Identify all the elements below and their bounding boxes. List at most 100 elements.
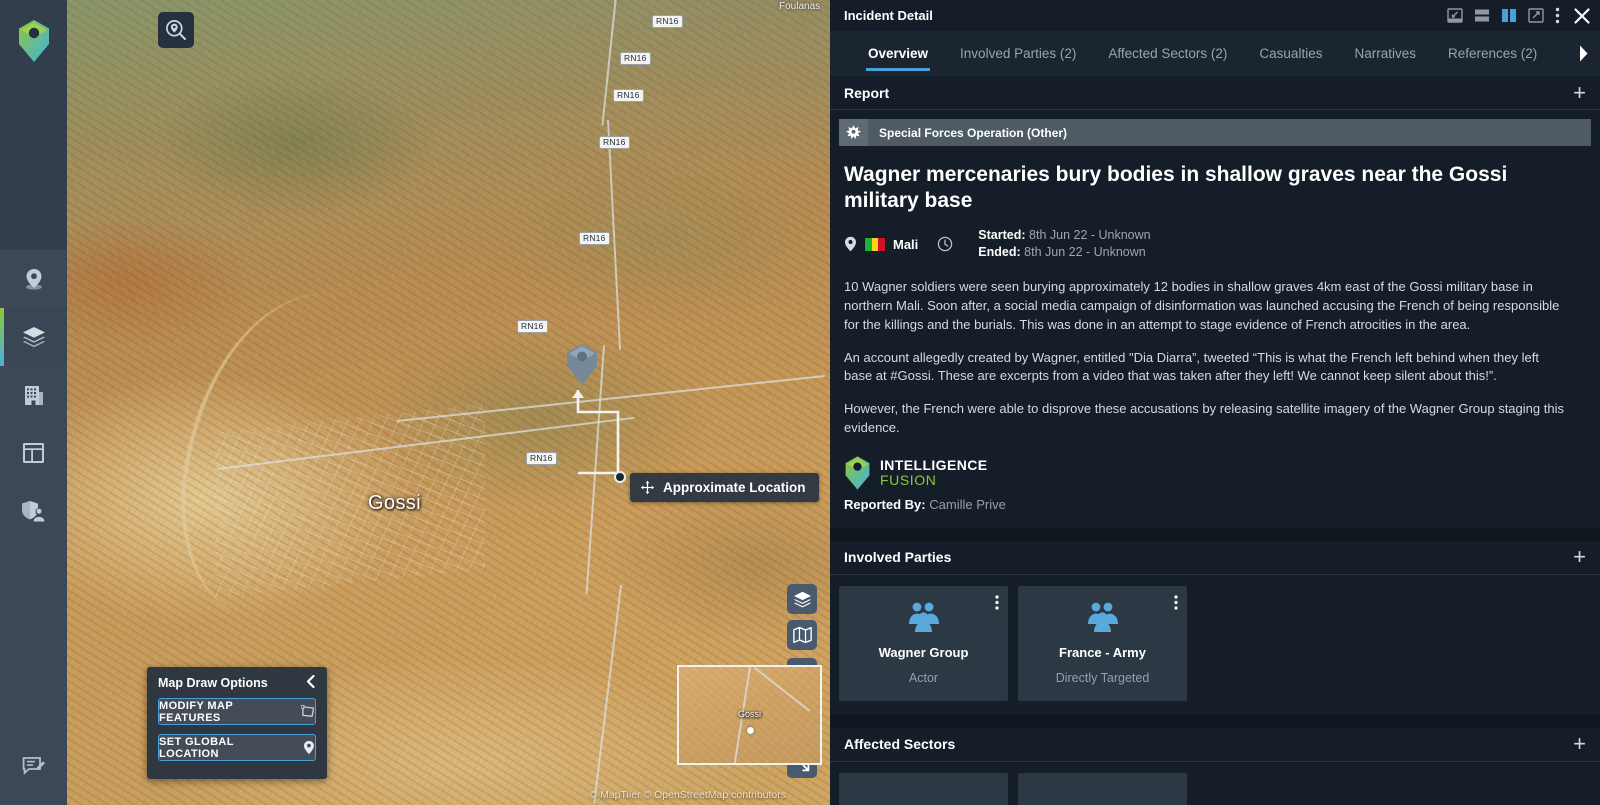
sidebar-item-layers[interactable] <box>0 308 67 366</box>
add-affected-sector-button[interactable]: + <box>1573 733 1586 755</box>
involved-parties-section: Involved Parties + Wagner Group Actor Fr… <box>830 540 1600 715</box>
callout-connector <box>572 390 620 475</box>
sidebar-item-dashboard[interactable] <box>0 424 67 482</box>
affected-sector-card[interactable] <box>839 772 1008 805</box>
panel-header: Incident Detail <box>830 0 1600 31</box>
detail-tabs: Overview Involved Parties (2) Affected S… <box>830 31 1600 76</box>
modify-map-features-label: MODIFY MAP FEATURES <box>159 699 233 724</box>
move-crosshair-icon <box>640 480 655 495</box>
report-meta-row: Mali Started: 8th Jun 22 - Unknown Ended… <box>830 215 1600 263</box>
map-attribution: © MapTiler © OpenStreetMap contributors <box>589 789 786 801</box>
set-global-location-button[interactable]: SET GLOBAL LOCATION <box>158 734 316 761</box>
detail-scroll-area[interactable]: Report + Special Forces Operation (Other… <box>830 76 1600 805</box>
involved-parties-cards: Wagner Group Actor France - Army Directl… <box>830 575 1600 715</box>
dock-bottom-icon[interactable] <box>1447 8 1463 23</box>
sidebar-item-threat-actors[interactable] <box>0 482 67 540</box>
sidebar-item-locations[interactable] <box>0 250 67 308</box>
map-town-label: Gossi <box>368 492 422 514</box>
add-involved-party-button[interactable]: + <box>1573 546 1586 568</box>
report-started-label: Started: <box>978 227 1026 242</box>
modify-map-features-button[interactable]: MODIFY MAP FEATURES <box>158 698 316 725</box>
road-shield: RN16 <box>652 15 683 28</box>
close-icon[interactable] <box>1573 7 1591 25</box>
report-section-header: Report + <box>830 76 1600 110</box>
map-layers-button[interactable] <box>787 584 817 614</box>
minimap-inset[interactable]: Gossi <box>677 665 822 765</box>
minimap-label: Gossi <box>737 709 762 720</box>
app-logo[interactable] <box>17 20 51 62</box>
set-global-location-label: SET GLOBAL LOCATION <box>159 735 234 760</box>
involved-parties-title: Involved Parties <box>844 549 952 566</box>
involved-party-card[interactable]: France - Army Directly Targeted <box>1018 585 1187 701</box>
more-options-icon[interactable] <box>995 595 999 615</box>
involved-party-card[interactable]: Wagner Group Actor <box>839 585 1008 701</box>
affected-sector-card[interactable] <box>1018 772 1187 805</box>
more-options-icon[interactable] <box>1555 7 1560 24</box>
split-vertical-icon[interactable] <box>1501 8 1517 23</box>
sidebar-item-organisations[interactable] <box>0 366 67 424</box>
map-pin-icon <box>304 740 315 755</box>
dashboard-layout-icon <box>23 443 44 463</box>
incident-category-bar: Special Forces Operation (Other) <box>839 119 1591 146</box>
rail-logo-area <box>0 0 67 250</box>
special-forces-icon <box>839 119 868 146</box>
road-shield: RN16 <box>599 136 630 149</box>
report-paragraph: 10 Wagner soldiers were seen burying app… <box>844 279 1560 332</box>
map-place-label: Foulanas <box>779 1 821 12</box>
clock-icon <box>938 237 953 252</box>
country-flag-mali <box>864 236 886 252</box>
tab-casualties-label: Casualties <box>1259 46 1323 61</box>
report-title: Wagner mercenaries bury bodies in shallo… <box>844 163 1508 213</box>
tab-involved-parties-label: Involved Parties (2) <box>960 46 1077 61</box>
affected-sectors-cards <box>830 762 1600 805</box>
panel-title: Incident Detail <box>844 8 933 23</box>
involved-party-role: Directly Targeted <box>1055 670 1150 685</box>
tab-involved-parties[interactable]: Involved Parties (2) <box>944 31 1092 76</box>
search-location-button[interactable] <box>158 12 194 48</box>
expand-panel-icon[interactable] <box>1528 8 1544 23</box>
layers-icon <box>793 591 811 607</box>
report-section-title: Report <box>844 84 890 101</box>
affected-sectors-section: Affected Sectors + <box>830 727 1600 805</box>
tab-narratives[interactable]: Narratives <box>1338 31 1432 76</box>
feedback-comment-icon <box>22 757 45 776</box>
sidebar-item-feedback[interactable] <box>0 747 67 805</box>
tab-casualties[interactable]: Casualties <box>1243 31 1338 76</box>
report-section: Report + Special Forces Operation (Other… <box>830 76 1600 528</box>
chevron-left-icon <box>306 674 315 689</box>
split-horizontal-icon[interactable] <box>1474 8 1490 23</box>
brand-text: INTELLIGENCE FUSION <box>880 457 987 488</box>
involved-parties-header: Involved Parties + <box>830 541 1600 575</box>
source-brand: INTELLIGENCE FUSION <box>830 452 1600 490</box>
collapse-panel-button[interactable] <box>305 674 316 691</box>
add-report-button[interactable]: + <box>1573 81 1586 104</box>
map-draw-options-panel: Map Draw Options MODIFY MAP FEATURES SET… <box>147 667 327 779</box>
road-shield: RN16 <box>579 232 610 245</box>
basemap-button[interactable] <box>787 620 817 650</box>
reported-by-label: Reported By: <box>844 496 926 512</box>
layers-icon <box>22 327 45 348</box>
tab-affected-sectors[interactable]: Affected Sectors (2) <box>1092 31 1243 76</box>
more-options-icon[interactable] <box>1174 595 1178 615</box>
tab-overview[interactable]: Overview <box>852 31 944 76</box>
incident-detail-panel: Incident Detail Overview Involved Partie… <box>830 0 1600 805</box>
report-ended-row: Ended: 8th Jun 22 - Unknown <box>978 244 1150 262</box>
map-canvas[interactable]: Gossi Foulanas RN16 RN16 RN16 RN16 RN16 … <box>67 0 830 805</box>
left-nav-rail <box>0 0 67 805</box>
intelligence-fusion-pin-logo <box>845 456 870 490</box>
map-draw-options-title: Map Draw Options <box>158 676 268 690</box>
reported-by: Reported By: Camille Prive <box>830 490 1600 528</box>
tab-references[interactable]: References (2) <box>1432 31 1553 76</box>
road-shield: RN16 <box>613 89 644 102</box>
report-started-value: 8th Jun 22 - Unknown <box>1029 227 1151 242</box>
location-pin-icon <box>25 269 42 290</box>
reported-by-value: Camille Prive <box>929 496 1006 512</box>
tab-affected-sectors-label: Affected Sectors (2) <box>1108 46 1228 61</box>
approximate-location-callout[interactable]: Approximate Location <box>630 473 819 502</box>
search-location-icon <box>166 20 186 40</box>
tabs-scroll-next-button[interactable] <box>1577 31 1590 76</box>
tab-overview-label: Overview <box>868 46 929 61</box>
involved-party-role: Actor <box>908 670 939 685</box>
minimap-marker <box>746 726 754 734</box>
report-location: Mali <box>844 236 918 252</box>
